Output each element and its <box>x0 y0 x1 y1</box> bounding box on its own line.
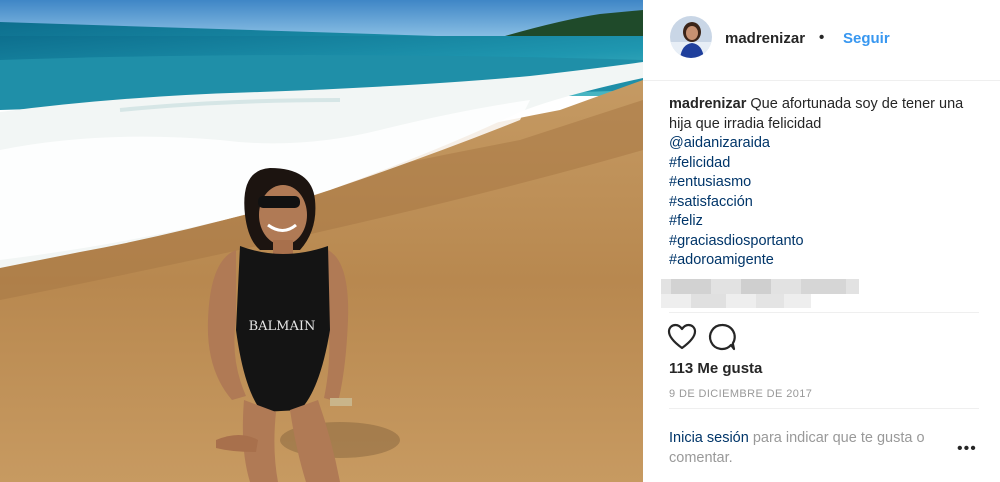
hashtag-link[interactable]: #feliz <box>669 212 989 232</box>
likes-count[interactable]: 113 Me gusta <box>669 360 762 377</box>
post-side-panel: madrenizar • Seguir madrenizar Que afort… <box>643 0 1000 482</box>
divider <box>669 312 979 313</box>
header-username[interactable]: madrenizar <box>725 30 805 47</box>
caption-username[interactable]: madrenizar <box>669 96 746 112</box>
post-date: 9 DE DICIEMBRE DE 2017 <box>669 388 813 400</box>
heart-icon[interactable] <box>667 322 697 352</box>
hashtag-link[interactable]: #adoroamigente <box>669 251 989 271</box>
login-prompt: Inicia sesión para indicar que te gusta … <box>669 428 969 468</box>
follow-button[interactable]: Seguir <box>843 30 890 47</box>
post-header: madrenizar • Seguir <box>643 0 1000 81</box>
hashtag-link[interactable]: #satisfacción <box>669 193 989 213</box>
login-link[interactable]: Inicia sesión <box>669 430 749 446</box>
hashtag-link[interactable]: #felicidad <box>669 154 989 174</box>
avatar[interactable] <box>670 16 712 58</box>
post-actions <box>667 322 787 352</box>
more-options-icon[interactable]: ••• <box>957 440 977 458</box>
hashtag-link[interactable]: #entusiasmo <box>669 173 989 193</box>
avatar-image <box>670 16 712 58</box>
post-photo[interactable]: BALMAIN <box>0 0 643 482</box>
instagram-post: BALMAIN madrenizar • Seguir madrenizar Q… <box>0 0 1000 482</box>
post-caption: madrenizar Que afortunada soy de tener u… <box>669 95 989 271</box>
caption-mention[interactable]: @aidanizaraida <box>669 134 989 154</box>
comment-icon[interactable] <box>707 322 737 352</box>
hashtag-link[interactable]: #graciasdiosportanto <box>669 232 989 252</box>
beach-photo-illustration: BALMAIN <box>0 0 643 482</box>
divider <box>669 408 979 409</box>
swimsuit-print: BALMAIN <box>249 319 316 334</box>
header-separator: • <box>819 29 825 46</box>
